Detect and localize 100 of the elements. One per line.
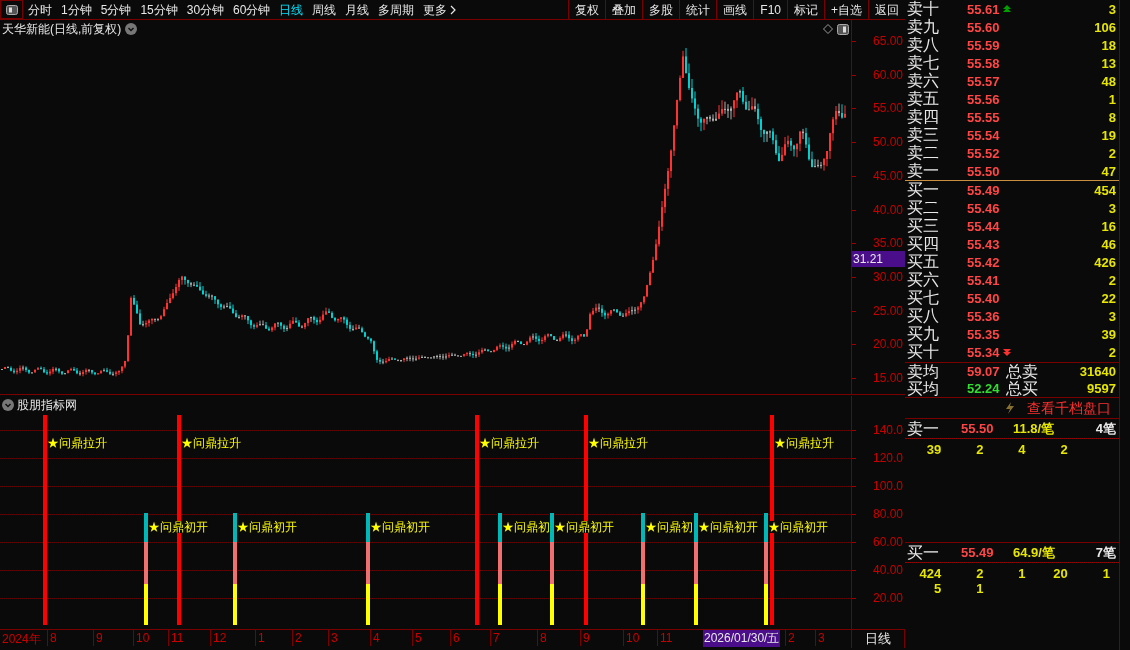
average-price: 59.07 [967, 365, 1000, 378]
level-label: 买十 [906, 344, 940, 360]
price-value: 55.55 [967, 110, 1000, 124]
signal-label: ★问鼎初开 [554, 521, 614, 533]
price-axis-label: 60.00 [872, 68, 903, 81]
panel-toggle-icon[interactable] [5, 4, 18, 15]
signal-label: ★问鼎初开 [370, 521, 430, 533]
chevron-right-icon[interactable] [450, 4, 457, 15]
volume-value: 46 [1101, 237, 1117, 251]
chart-title: 天华新能(日线,前复权) [2, 23, 122, 35]
indicator-axis-label: 60.00 [872, 536, 903, 548]
toolbar-button[interactable]: 返回 [868, 0, 905, 19]
toolbar-button[interactable]: +自选 [824, 0, 868, 19]
summary-label: 买均 [906, 380, 940, 397]
price-value: 55.42 [967, 255, 1000, 269]
total-value: 9597 [1087, 382, 1117, 395]
diamond-icon[interactable] [823, 24, 833, 34]
toolbar-button[interactable]: F10 [753, 0, 787, 19]
volume-value: 16 [1101, 219, 1117, 233]
level-label: 卖十 [906, 1, 940, 17]
current-price-tag: 31.21 [852, 251, 905, 267]
month-label: 11 [168, 630, 184, 646]
panel-toggle-icon[interactable] [837, 23, 849, 35]
level-label: 买七 [906, 290, 940, 306]
month-label: 5 [412, 630, 422, 646]
period-tab[interactable]: 日线 [279, 3, 304, 16]
order-size: 2 [975, 442, 985, 457]
price-value: 55.58 [967, 56, 1000, 70]
toolbar-button[interactable]: 标记 [787, 0, 824, 19]
toolbar-button[interactable]: 画线 [716, 0, 754, 19]
toolbar-button[interactable]: 统计 [679, 0, 717, 19]
price-value: 55.60 [967, 20, 1000, 34]
period-tab[interactable]: 周线 [312, 3, 337, 16]
volume-value: 2 [1108, 146, 1117, 160]
price-value: 55.54 [967, 128, 1000, 142]
period-tab[interactable]: 60分钟 [233, 3, 271, 16]
indicator-title: 股朋指标网 [17, 399, 77, 411]
volume-value: 3 [1108, 201, 1117, 215]
order-size: 424 [918, 566, 943, 581]
volume-value: 2 [1108, 273, 1117, 287]
toolbar-button[interactable]: 复权 [568, 0, 606, 19]
total-value: 31640 [1079, 365, 1117, 378]
volume-value: 3 [1108, 309, 1117, 323]
period-tab[interactable]: 更多 [423, 3, 448, 16]
order-size: 20 [1052, 566, 1069, 581]
order-size: 2 [975, 566, 985, 581]
period-tab[interactable]: 5分钟 [100, 3, 132, 16]
period-tab[interactable]: 15分钟 [140, 3, 178, 16]
period-tab[interactable]: 分时 [28, 3, 52, 16]
volume-value: 454 [1094, 183, 1117, 197]
volume-value: 19 [1101, 128, 1117, 142]
price-value: 55.35 [967, 327, 1000, 341]
chevron-down-icon[interactable] [125, 23, 138, 35]
queue-price: 55.50 [961, 422, 995, 435]
queue-label: 买一 [906, 544, 940, 561]
signal-label: ★问鼎初开 [237, 521, 297, 533]
summary-label: 卖均 [906, 363, 940, 380]
signal-label: ★问鼎初开 [148, 521, 208, 533]
price-value: 55.40 [967, 291, 1000, 305]
year-label: 2024年 [2, 633, 41, 645]
level-label: 买九 [906, 326, 940, 342]
period-tab[interactable]: 月线 [345, 3, 370, 16]
month-label: 9 [93, 630, 103, 646]
price-axis-label: 25.00 [872, 304, 903, 317]
price-value: 55.43 [967, 237, 1000, 251]
volume-value: 47 [1101, 164, 1117, 178]
chevron-down-icon[interactable] [2, 399, 14, 411]
price-value: 55.44 [967, 219, 1000, 233]
period-tab[interactable]: 多周期 [378, 3, 415, 16]
toolbar-button[interactable]: 多股 [642, 0, 680, 19]
price-axis-label: 40.00 [872, 203, 903, 216]
indicator-axis-label: 120.0 [872, 452, 903, 464]
queue-price: 55.49 [961, 546, 995, 559]
signal-label: ★问鼎初开 [698, 521, 758, 533]
month-label: 3 [328, 630, 338, 646]
month-label: 9 [580, 630, 590, 646]
indicator-axis-label: 80.00 [872, 508, 903, 520]
level-label: 买八 [906, 308, 940, 324]
month-label: 6 [450, 630, 460, 646]
period-tab[interactable]: 30分钟 [186, 3, 225, 16]
toolbar-button[interactable]: 叠加 [605, 0, 643, 19]
queue-label: 卖一 [906, 420, 940, 437]
order-depth-link[interactable]: 查看千档盘口 [1027, 401, 1111, 415]
period-tab[interactable]: 1分钟 [61, 3, 92, 16]
price-axis-label: 30.00 [872, 270, 903, 283]
level-label: 卖一 [906, 163, 940, 179]
price-value: 55.52 [967, 146, 1000, 160]
indicator-axis-label: 20.00 [872, 592, 903, 604]
signal-label: ★问鼎拉升 [181, 437, 241, 449]
level-label: 买六 [906, 272, 940, 288]
month-label: 3 [815, 630, 825, 646]
indicator-axis-label: 100.0 [872, 480, 903, 492]
volume-value: 2 [1108, 345, 1117, 359]
price-value: 55.41 [967, 273, 1000, 287]
signal-label: ★问鼎拉升 [479, 437, 539, 449]
level-label: 买五 [906, 254, 940, 270]
order-size: 1 [975, 581, 985, 596]
level-label: 卖五 [906, 91, 940, 107]
price-axis-label: 50.00 [872, 136, 903, 149]
order-count: 7笔 [1095, 546, 1117, 559]
